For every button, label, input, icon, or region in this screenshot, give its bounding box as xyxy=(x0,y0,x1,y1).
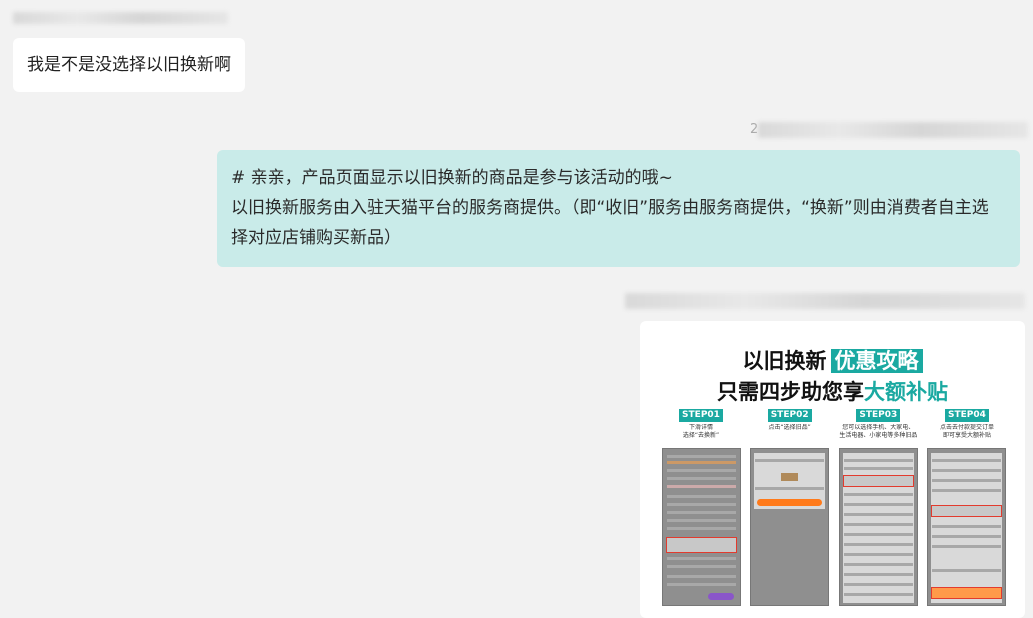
sender-name-blurred xyxy=(625,293,1025,309)
promo-step: STEP03 您可以选择手机、大家电、 生活电器、小家电等多种旧品 xyxy=(838,409,918,606)
message-line: # 亲亲，产品页面显示以旧换新的商品是参与该活动的哦~ xyxy=(231,168,673,188)
promo-subtitle: 只需四步助您享大额补贴 xyxy=(640,376,1025,406)
promo-step: STEP02 点击“选择旧品” xyxy=(750,409,830,606)
phone-screenshot xyxy=(838,448,918,606)
timestamp-blurred xyxy=(758,122,1028,138)
step-badge: STEP01 xyxy=(679,409,723,422)
chat-window: 我是不是没选择以旧换新啊 2 # 亲亲，产品页面显示以旧换新的商品是参与该活动的… xyxy=(0,0,1033,618)
message-text: 我是不是没选择以旧换新啊 xyxy=(27,55,231,75)
step-badge: STEP04 xyxy=(945,409,989,422)
promo-title: 以旧换新 优惠攻略 xyxy=(640,345,1025,375)
phone-screenshot xyxy=(927,448,1007,606)
step-description: 您可以选择手机、大家电、 生活电器、小家电等多种旧品 xyxy=(839,424,918,439)
promo-step: STEP04 点击去付款提交订单 即可享受大额补贴 xyxy=(927,409,1007,606)
step-badge: STEP02 xyxy=(767,409,812,422)
phone-screenshot xyxy=(661,448,741,606)
message-bubble-customer[interactable]: 我是不是没选择以旧换新啊 xyxy=(13,38,245,92)
sender-name-blurred xyxy=(13,12,228,24)
message-line: 以旧换新服务由入驻天猫平台的服务商提供。（即“收旧”服务由服务商提供，“换新”则… xyxy=(231,198,989,248)
phone-screenshot xyxy=(750,448,830,606)
promo-title-highlight: 优惠攻略 xyxy=(830,349,923,373)
promo-image-message[interactable]: 以旧换新 优惠攻略 只需四步助您享大额补贴 STEP01 下滑详情 选择“去换新” xyxy=(640,321,1025,618)
step-badge: STEP03 xyxy=(856,409,901,422)
message-bubble-agent[interactable]: # 亲亲，产品页面显示以旧换新的商品是参与该活动的哦~ 以旧换新服务由入驻天猫平… xyxy=(217,150,1020,267)
promo-steps: STEP01 下滑详情 选择“去换新” STEP02 点击“选择旧品” STEP… xyxy=(661,409,1007,606)
step-description: 下滑详情 选择“去换新” xyxy=(682,424,720,439)
promo-subtitle-highlight: 大额补贴 xyxy=(864,380,948,404)
promo-title-text: 以旧换新 xyxy=(742,349,827,373)
step-description: 点击“选择旧品” xyxy=(768,424,811,431)
promo-step: STEP01 下滑详情 选择“去换新” xyxy=(661,409,741,606)
step-description: 点击去付款提交订单 即可享受大额补贴 xyxy=(939,424,994,439)
promo-subtitle-text: 只需四步助您享 xyxy=(717,380,864,404)
